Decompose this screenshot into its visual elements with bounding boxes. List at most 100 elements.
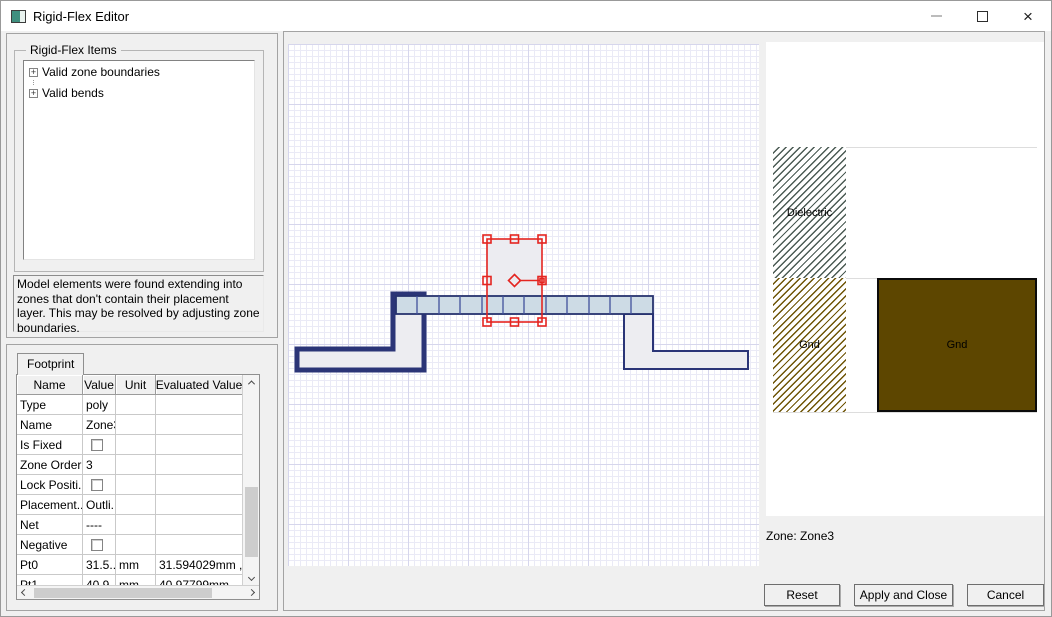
table-cell[interactable]: Placement...	[17, 495, 83, 514]
table-cell[interactable]: Zone3	[83, 415, 116, 434]
validation-message: Model elements were found extending into…	[13, 275, 264, 332]
table-cell[interactable]: Pt1	[17, 575, 83, 585]
rigid-flex-items-tree[interactable]: + Valid zone boundaries + Valid bends	[23, 60, 255, 260]
flex-ribbon[interactable]	[396, 296, 653, 314]
table-cell[interactable]: Net	[17, 515, 83, 534]
table-cell[interactable]: 31.594029mm ,...	[156, 555, 242, 574]
maximize-button[interactable]	[959, 1, 1005, 31]
table-cell[interactable]: Negative	[17, 535, 83, 554]
table-cell[interactable]	[116, 535, 156, 554]
table-cell[interactable]	[156, 395, 242, 414]
table-row[interactable]: Is Fixed	[17, 435, 242, 455]
table-cell[interactable]: Is Fixed	[17, 435, 83, 454]
table-cell[interactable]	[156, 515, 242, 534]
table-cell[interactable]	[83, 435, 116, 454]
table-cell[interactable]: 40.97799mm ,...	[156, 575, 242, 585]
gnd-hatched-layer[interactable]: Gnd	[773, 278, 846, 412]
chevron-right-icon	[248, 589, 255, 596]
table-cell[interactable]	[156, 415, 242, 434]
editor-main-panel: Dielectric Gnd Gnd Zone: Zone3 Reset App…	[283, 31, 1045, 611]
horizontal-scroll-thumb[interactable]	[34, 588, 212, 598]
scroll-up-button[interactable]	[243, 375, 260, 390]
zone-status-label: Zone: Zone3	[766, 529, 834, 543]
scroll-left-button[interactable]	[17, 586, 32, 600]
table-cell[interactable]: poly	[83, 395, 116, 414]
rigid-flex-editor-window: { "window": { "title": "Rigid-Flex Edito…	[0, 0, 1052, 617]
table-cell[interactable]: Pt0	[17, 555, 83, 574]
table-cell[interactable]	[116, 395, 156, 414]
column-header-unit[interactable]: Unit	[116, 375, 156, 395]
table-cell[interactable]	[116, 435, 156, 454]
table-row[interactable]: Zone Order3	[17, 455, 242, 475]
table-cell[interactable]: mm	[116, 555, 156, 574]
chevron-up-icon	[248, 380, 255, 387]
table-cell[interactable]	[156, 495, 242, 514]
table-cell[interactable]	[156, 535, 242, 554]
table-cell[interactable]: Type	[17, 395, 83, 414]
zone3-region[interactable]	[487, 239, 542, 297]
table-row[interactable]: Negative	[17, 535, 242, 555]
table-row[interactable]: Net----	[17, 515, 242, 535]
table-cell[interactable]: mm	[116, 575, 156, 585]
tree-item-label: Valid zone boundaries	[42, 65, 160, 79]
table-row[interactable]: Lock Positi...	[17, 475, 242, 495]
table-cell[interactable]: 40.9...	[83, 575, 116, 585]
layer-stack-preview: Dielectric Gnd Gnd	[766, 42, 1044, 516]
table-cell[interactable]	[116, 495, 156, 514]
table-header-row: Name Value Unit Evaluated Value	[17, 375, 242, 395]
minimize-button[interactable]	[913, 1, 959, 31]
table-row[interactable]: Typepoly	[17, 395, 242, 415]
window-title: Rigid-Flex Editor	[33, 9, 129, 24]
table-cell[interactable]: Zone Order	[17, 455, 83, 474]
gnd-zone-block[interactable]: Gnd	[877, 278, 1037, 412]
column-header-value[interactable]: Value	[83, 375, 116, 395]
table-row[interactable]: Placement...Outli...	[17, 495, 242, 515]
tree-item-valid-bends[interactable]: + Valid bends	[26, 85, 252, 101]
column-header-name[interactable]: Name	[17, 375, 83, 395]
table-horizontal-scrollbar[interactable]	[17, 585, 259, 599]
table-cell[interactable]: Outli...	[83, 495, 116, 514]
table-cell[interactable]	[116, 475, 156, 494]
table-cell[interactable]: Name	[17, 415, 83, 434]
table-row[interactable]: Pt031.5...mm31.594029mm ,...	[17, 555, 242, 575]
vertical-scroll-thumb[interactable]	[245, 487, 258, 557]
table-row[interactable]: NameZone3	[17, 415, 242, 435]
checkbox[interactable]	[91, 439, 103, 451]
groupbox-title: Rigid-Flex Items	[26, 43, 121, 57]
gnd-solid-label: Gnd	[947, 339, 968, 351]
reset-button[interactable]: Reset	[764, 584, 840, 606]
table-cell[interactable]: Lock Positi...	[17, 475, 83, 494]
footprint-panel: Footprint Name Value Unit Evaluated Valu…	[6, 344, 278, 611]
board-canvas[interactable]	[288, 44, 759, 566]
table-cell[interactable]	[156, 455, 242, 474]
table-cell[interactable]	[83, 535, 116, 554]
table-cell[interactable]: 31.5...	[83, 555, 116, 574]
chevron-left-icon	[21, 589, 28, 596]
column-header-evaluated-value[interactable]: Evaluated Value	[156, 375, 242, 395]
table-cell[interactable]	[156, 475, 242, 494]
tab-footprint[interactable]: Footprint	[17, 353, 84, 375]
right-rigid-section[interactable]	[624, 314, 748, 369]
scroll-right-button[interactable]	[244, 586, 259, 600]
close-icon: ×	[1023, 8, 1033, 25]
checkbox[interactable]	[91, 479, 103, 491]
table-cell[interactable]: ----	[83, 515, 116, 534]
checkbox[interactable]	[91, 539, 103, 551]
table-cell[interactable]	[116, 515, 156, 534]
table-cell[interactable]: 3	[83, 455, 116, 474]
tree-item-valid-zone-boundaries[interactable]: + Valid zone boundaries	[26, 64, 252, 80]
expand-plus-icon[interactable]: +	[29, 68, 38, 77]
table-row[interactable]: Pt140.9...mm40.97799mm ,...	[17, 575, 242, 585]
table-cell[interactable]	[116, 415, 156, 434]
expand-plus-icon[interactable]: +	[29, 89, 38, 98]
table-cell[interactable]	[156, 435, 242, 454]
rigid-flex-items-groupbox: Rigid-Flex Items + Valid zone boundaries…	[14, 50, 264, 272]
scroll-down-button[interactable]	[243, 570, 260, 585]
table-vertical-scrollbar[interactable]	[242, 375, 259, 585]
apply-and-close-button[interactable]: Apply and Close	[854, 584, 953, 606]
table-cell[interactable]	[116, 455, 156, 474]
table-cell[interactable]	[83, 475, 116, 494]
close-button[interactable]: ×	[1005, 1, 1051, 31]
cancel-button[interactable]: Cancel	[967, 584, 1044, 606]
dielectric-layer[interactable]: Dielectric	[773, 147, 846, 278]
